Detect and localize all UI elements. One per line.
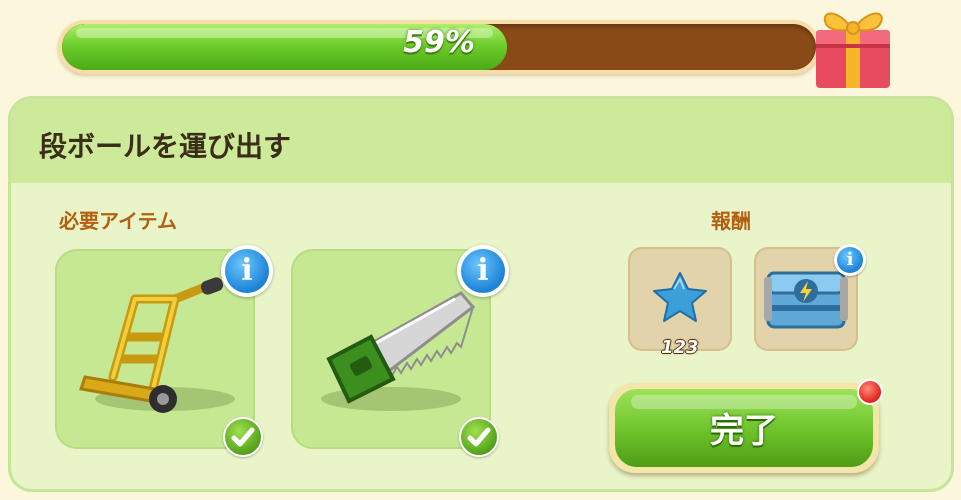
- required-item-hand-truck[interactable]: i: [55, 245, 273, 457]
- required-item-saw[interactable]: i: [291, 245, 509, 457]
- complete-button-label: 完了: [710, 411, 778, 451]
- progress-percent: 59%: [403, 25, 475, 60]
- complete-button[interactable]: 完了: [609, 383, 879, 473]
- task-panel: 段ボールを運び出す 必要アイテム 報酬 i i 123 i 完了: [8, 96, 954, 492]
- progress-bar: 59%: [58, 20, 820, 74]
- notification-dot: [857, 379, 883, 405]
- reward-count: 123: [661, 337, 699, 358]
- required-items-label: 必要アイテム: [59, 209, 177, 233]
- info-icon[interactable]: i: [457, 245, 509, 297]
- task-title: 段ボールを運び出す: [39, 130, 292, 163]
- reward-blue-star[interactable]: [628, 247, 732, 351]
- blue-star-icon: [653, 272, 707, 322]
- info-icon[interactable]: i: [221, 245, 273, 297]
- reward-label: 報酬: [711, 209, 751, 233]
- checkmark-icon: [223, 417, 263, 457]
- gift-box-icon[interactable]: [808, 0, 898, 92]
- info-icon[interactable]: i: [834, 244, 866, 276]
- checkmark-icon: [459, 417, 499, 457]
- task-header: 段ボールを運び出す: [11, 99, 951, 183]
